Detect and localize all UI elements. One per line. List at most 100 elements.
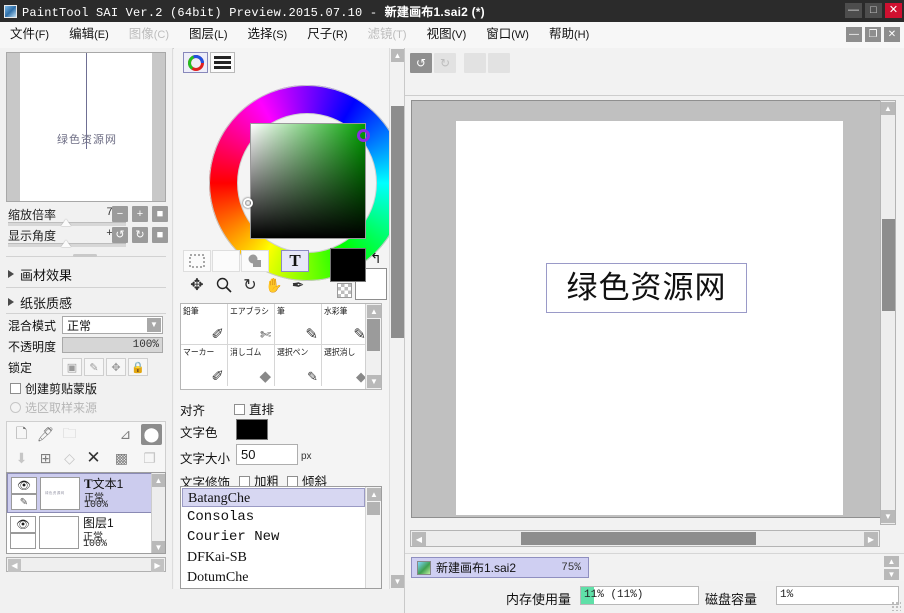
font-list-item-batangche[interactable]: BatangChe — [182, 488, 365, 507]
font-list-item-dotumche[interactable]: DotumChe — [182, 568, 365, 587]
text-color-swatch[interactable] — [236, 419, 268, 440]
scroll-down-icon[interactable]: ▼ — [881, 510, 895, 523]
zoom-slider-knob[interactable] — [61, 219, 71, 226]
close-button[interactable]: ✕ — [885, 3, 902, 18]
scroll-down-icon[interactable]: ▼ — [152, 541, 165, 554]
brush-preset-selection-pen[interactable]: 選択ペン ✎ — [275, 345, 322, 386]
foreground-color-swatch[interactable] — [330, 248, 366, 282]
minimize-button[interactable]: — — [845, 3, 862, 18]
brush-preset-selection-eraser[interactable]: 選択消し ◆ — [322, 345, 369, 386]
scroll-up-icon[interactable]: ▲ — [881, 102, 895, 115]
menu-item-layer[interactable]: 图层(L) — [179, 22, 237, 48]
scroll-down-icon[interactable]: ▼ — [884, 569, 899, 580]
brush-list-scrollbar[interactable]: ▲ ▼ — [365, 304, 381, 389]
menu-item-help[interactable]: 帮助(H) — [539, 22, 599, 48]
brush-preset-marker[interactable]: マーカー ✐ — [181, 345, 228, 386]
brush-preset-eraser[interactable]: 消しゴム ◆ — [228, 345, 275, 386]
lock-move-icon[interactable]: ✥ — [106, 358, 126, 376]
canvas-horizontal-scrollbar[interactable]: ◀ ▶ — [410, 530, 880, 547]
tool-select-lasso[interactable] — [212, 250, 240, 272]
scroll-left-icon[interactable]: ◀ — [412, 532, 426, 546]
lock-all-icon[interactable]: 🔒 — [128, 358, 148, 376]
vertical-text-checkbox[interactable]: 直排 — [234, 399, 274, 418]
scroll-up-icon[interactable]: ▲ — [367, 488, 381, 501]
menu-item-select[interactable]: 选择(S) — [238, 22, 298, 48]
group-icon[interactable]: ❐ — [139, 448, 160, 469]
center-dock-scrollbar[interactable]: ▲ ▼ — [389, 48, 404, 589]
tool-move[interactable]: ✥ — [183, 274, 211, 296]
zoom-out-button[interactable]: − — [112, 206, 128, 222]
tool-zoom[interactable] — [210, 274, 238, 296]
scroll-up-icon[interactable]: ▲ — [884, 556, 899, 567]
clipping-mask-checkbox[interactable]: 创建剪贴蒙版 — [10, 380, 97, 397]
scroll-down-icon[interactable]: ▼ — [367, 375, 381, 388]
pen-icon[interactable] — [10, 533, 36, 549]
undo-button[interactable]: ↺ — [410, 53, 432, 73]
maximize-button[interactable]: □ — [865, 3, 882, 18]
redo-button[interactable]: ↻ — [434, 53, 456, 73]
layer-list-hscroll[interactable]: ◀ ▶ — [6, 557, 166, 572]
font-scroll-thumb[interactable] — [367, 502, 380, 515]
toolbar-extra-1-button[interactable] — [464, 53, 486, 73]
brush-preset-pencil[interactable]: 鉛筆 ✐ — [181, 304, 228, 345]
scroll-right-icon[interactable]: ▶ — [864, 532, 878, 546]
hue-cursor[interactable] — [357, 129, 370, 142]
angle-slider-knob[interactable] — [61, 240, 71, 247]
menu-item-file[interactable]: 文件(F) — [0, 22, 59, 48]
swap-colors-icon[interactable]: ↰ — [370, 250, 382, 267]
canvas-paper[interactable] — [456, 121, 843, 515]
new-linework-layer-icon[interactable]: 🖊 — [35, 424, 56, 445]
ruler-icon[interactable]: ⊿ — [115, 424, 136, 445]
font-list-item-consolas[interactable]: Consolas — [182, 508, 365, 527]
lock-selection-icon[interactable]: ▣ — [62, 358, 82, 376]
tab-strip-scroll[interactable]: ▲ ▼ — [884, 556, 899, 580]
clear-layer-icon[interactable]: ◇ — [59, 448, 80, 469]
merge-down-icon[interactable]: ⬇ — [11, 448, 32, 469]
tool-select-rectangle[interactable] — [183, 250, 211, 272]
menu-item-view[interactable]: 视图(V) — [417, 22, 477, 48]
menu-item-window[interactable]: 窗口(W) — [476, 22, 539, 48]
tool-magic-wand[interactable] — [241, 250, 269, 272]
mask-icon[interactable]: ⬤ — [141, 424, 162, 445]
rotate-cw-button[interactable]: ↻ — [132, 227, 148, 243]
canvas-hscroll-thumb[interactable] — [521, 532, 756, 545]
accordion-paper-texture[interactable]: 纸张质感 — [6, 290, 166, 314]
rgb-sliders-tab[interactable] — [210, 52, 235, 73]
brush-preset-watercolor[interactable]: 水彩筆 ✎ — [322, 304, 369, 345]
font-list-item-courier-new[interactable]: Courier New — [182, 528, 365, 547]
tool-text[interactable]: T — [281, 250, 309, 272]
font-list-scrollbar[interactable]: ▲ — [365, 487, 381, 588]
rotate-ccw-button[interactable]: ↺ — [112, 227, 128, 243]
text-size-input[interactable]: 50 — [236, 444, 298, 465]
document-tab[interactable]: 新建画布1.sai2 75% — [411, 557, 589, 578]
eye-icon[interactable]: 👁 — [11, 477, 37, 494]
doc-restore-button[interactable]: ❐ — [865, 27, 881, 42]
tool-eyedropper[interactable]: ✒ — [284, 274, 312, 296]
layer-list[interactable]: 👁 ✎ 绿色资源网 T文本1 正常 100% 👁 图层1 正常 100% ▲ ▼ — [6, 472, 166, 554]
scroll-down-icon[interactable]: ▼ — [391, 575, 404, 588]
canvas-text[interactable]: 绿色资源网 — [548, 266, 745, 310]
lock-pixel-icon[interactable]: ✎ — [84, 358, 104, 376]
brush-scroll-thumb[interactable] — [367, 319, 380, 351]
opacity-slider[interactable]: 100% — [62, 337, 163, 353]
layer-list-scrollbar[interactable]: ▲ ▼ — [151, 473, 165, 554]
toolbar-extra-2-button[interactable] — [488, 53, 510, 73]
font-list-item-dfkai-sb[interactable]: DFKai-SB — [182, 548, 365, 567]
scroll-up-icon[interactable]: ▲ — [152, 474, 165, 487]
new-layer-icon[interactable]: 🗋 — [11, 424, 32, 445]
menu-item-edit[interactable]: 编辑(E) — [59, 22, 119, 48]
layer-row-layer1[interactable]: 👁 图层1 正常 100% — [7, 513, 152, 553]
panel-resize-grip[interactable] — [73, 254, 97, 257]
menu-item-ruler[interactable]: 尺子(R) — [297, 22, 357, 48]
eye-icon[interactable]: 👁 — [10, 516, 36, 533]
navigator-preview[interactable]: 绿色资源网 — [6, 52, 166, 202]
resize-grip[interactable] — [891, 601, 901, 611]
scroll-up-icon[interactable]: ▲ — [367, 305, 381, 318]
transparent-swatch[interactable] — [337, 283, 352, 298]
center-scroll-thumb[interactable] — [391, 106, 404, 338]
saturation-value-box[interactable] — [250, 123, 366, 239]
pen-icon[interactable]: ✎ — [11, 494, 37, 510]
sv-cursor[interactable] — [243, 198, 253, 208]
transparency-icon[interactable]: ▩ — [111, 448, 132, 469]
color-wheel-tab[interactable] — [183, 52, 208, 73]
